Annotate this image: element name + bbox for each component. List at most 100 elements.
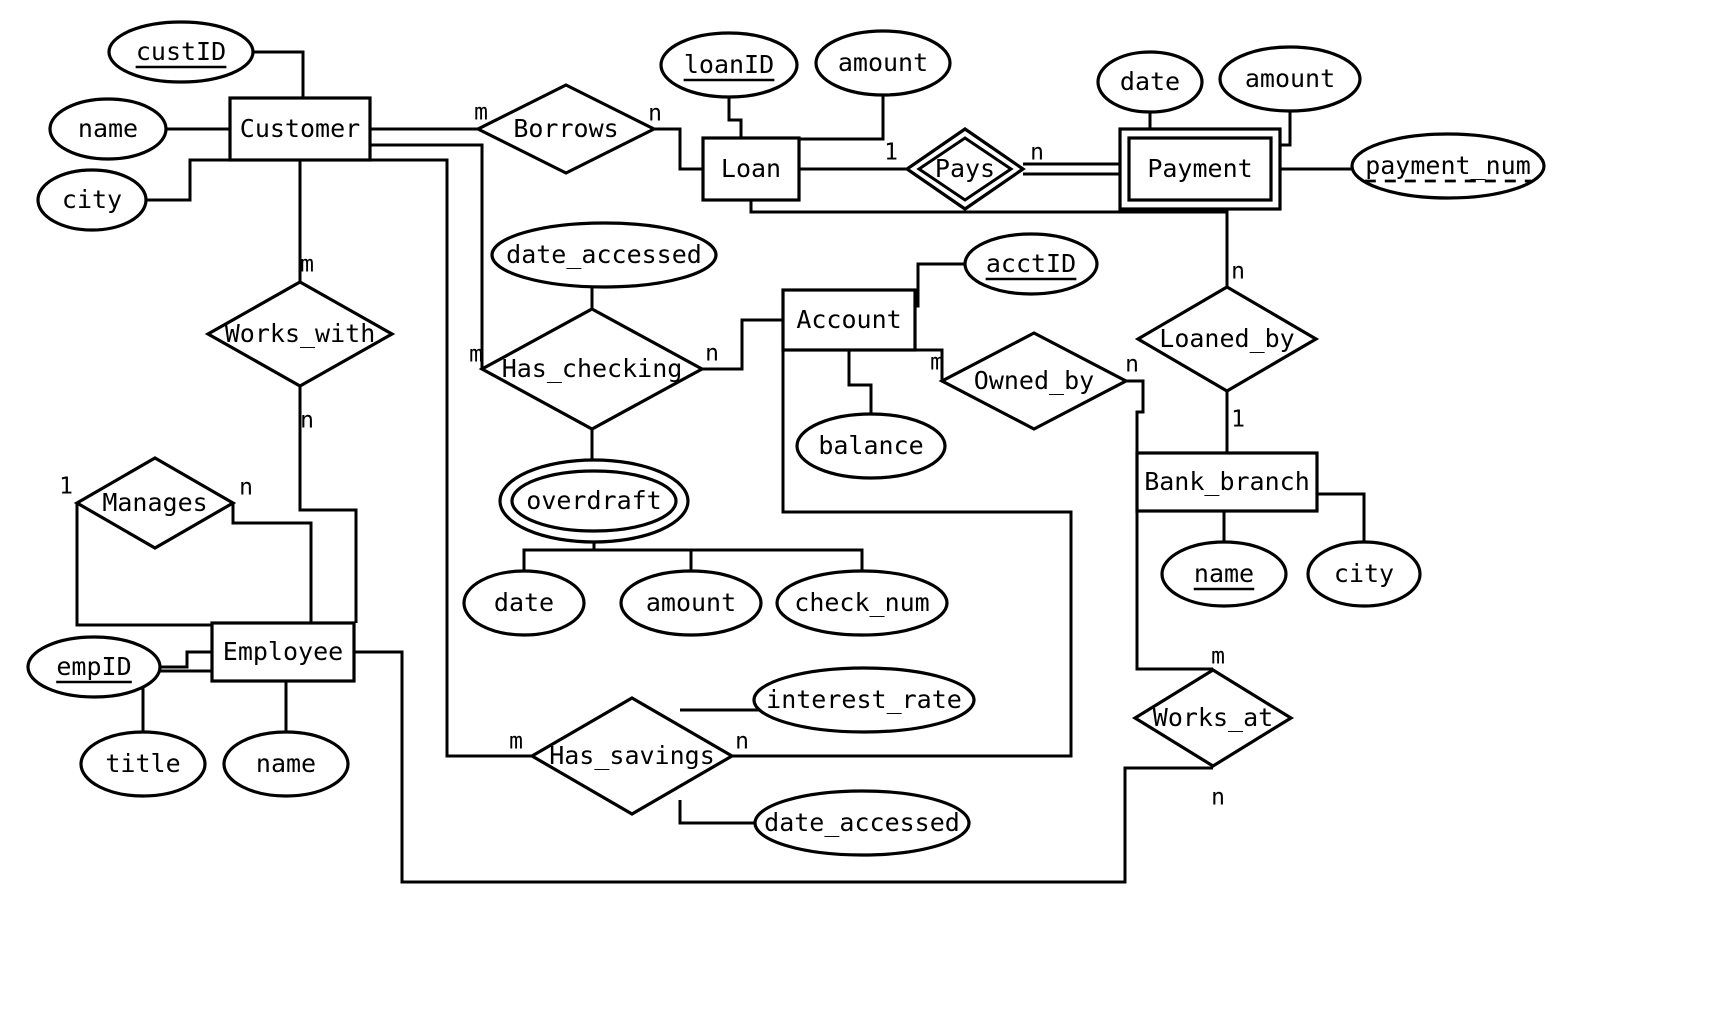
attribute-label: date (1120, 67, 1180, 96)
attribute-od_check_num[interactable]: check_num (775, 569, 949, 637)
attribute-label: date_accessed (764, 808, 960, 837)
relationship-manages[interactable]: Manages (73, 456, 237, 550)
cardinality-label-card-ownedby-m: m (930, 350, 944, 376)
relationship-loaned_by[interactable]: Loaned_by (1134, 285, 1320, 393)
cardinality-label-card-loanedby-n: n (1231, 259, 1245, 285)
attribute-interest_rate[interactable]: interest_rate (752, 666, 976, 734)
relationship-label: Has_savings (549, 741, 715, 770)
attribute-cust_id[interactable]: custID (107, 20, 255, 84)
attribute-label: amount (838, 48, 928, 77)
attribute-branch_city[interactable]: city (1306, 540, 1422, 608)
attribute-loan_amount[interactable]: amount (814, 29, 952, 97)
attribute-label: date (494, 588, 554, 617)
relationship-has_checking[interactable]: Has_checking (478, 307, 706, 431)
relationship-label: Loaned_by (1159, 324, 1294, 353)
attribute-label: empID (56, 652, 131, 681)
attribute-label: custID (136, 37, 226, 66)
connector-line (253, 50, 305, 98)
attribute-cust_city[interactable]: city (36, 168, 148, 232)
entity-label: Loan (721, 154, 781, 183)
attribute-label: check_num (794, 588, 929, 617)
connector-line (727, 97, 743, 138)
attribute-label: title (105, 749, 180, 778)
cardinality-label-card-borrows-n: n (648, 101, 662, 127)
relationship-label: Has_checking (502, 354, 683, 383)
cardinality-label-card-ownedby-n: n (1125, 352, 1139, 378)
relationship-label: Pays (935, 154, 995, 183)
attribute-label: payment_num (1365, 151, 1531, 180)
attribute-label: acctID (986, 249, 1076, 278)
attribute-payment_num[interactable]: payment_num (1350, 132, 1546, 200)
connector-line (799, 95, 885, 141)
attribute-chk_date_acc[interactable]: date_accessed (490, 221, 718, 289)
cardinality-label-card-workswith-n: n (300, 408, 314, 434)
connector-line (146, 158, 230, 202)
cardinality-label-card-hassavings-m: m (509, 729, 523, 755)
cardinality-label-card-loanedby-1: 1 (1231, 407, 1245, 433)
attribute-pay_amount[interactable]: amount (1218, 45, 1362, 113)
attribute-sav_date_acc[interactable]: date_accessed (753, 789, 971, 857)
entity-bank_branch[interactable]: Bank_branch (1135, 451, 1319, 513)
entity-label: Payment (1147, 154, 1252, 183)
connector-line (680, 698, 760, 712)
attribute-pay_date[interactable]: date (1096, 50, 1204, 114)
relationship-works_at[interactable]: Works_at (1131, 668, 1295, 768)
attribute-label: name (256, 749, 316, 778)
attribute-od_amount[interactable]: amount (619, 569, 763, 637)
cardinality-label-card-hassavings-n: n (735, 729, 749, 755)
attribute-acct_id[interactable]: acctID (963, 232, 1099, 296)
relationship-works_with[interactable]: Works_with (204, 280, 396, 388)
attribute-label: name (78, 114, 138, 143)
attribute-label: date_accessed (506, 240, 702, 269)
attribute-cust_name[interactable]: name (48, 97, 168, 161)
relationship-label: Works_at (1153, 703, 1273, 732)
entity-account[interactable]: Account (781, 288, 917, 352)
entity-employee[interactable]: Employee (210, 621, 356, 683)
attribute-label: loanID (684, 50, 774, 79)
attribute-emp_title[interactable]: title (79, 730, 207, 798)
connector-line (915, 262, 965, 308)
attribute-label: city (1334, 559, 1394, 588)
relationship-pays[interactable]: Pays (904, 127, 1026, 211)
attribute-balance[interactable]: balance (795, 412, 947, 480)
attribute-branch_name[interactable]: name (1160, 540, 1288, 608)
attribute-label: amount (1245, 64, 1335, 93)
cardinality-label-card-workswith-m: m (300, 252, 314, 278)
attribute-emp_id[interactable]: empID (26, 635, 162, 699)
cardinality-label-card-pays-1: 1 (884, 140, 898, 166)
connector-line (160, 650, 212, 669)
attribute-od_date[interactable]: date (462, 569, 586, 637)
cardinality-label-card-haschecking-m: m (469, 342, 483, 368)
entity-loan[interactable]: Loan (701, 136, 801, 202)
relationship-label: Works_with (225, 319, 376, 348)
relationship-label: Owned_by (974, 366, 1094, 395)
connector-line (678, 800, 757, 825)
cardinality-label-card-worksat-m: m (1211, 644, 1225, 670)
attribute-overdraft[interactable]: overdraft (498, 458, 690, 544)
entity-label: Bank_branch (1144, 467, 1310, 496)
cardinality-label-card-pays-n: n (1030, 140, 1044, 166)
entity-label: Employee (223, 637, 343, 666)
relationship-owned_by[interactable]: Owned_by (938, 331, 1130, 431)
attribute-label: balance (818, 431, 923, 460)
attribute-emp_name[interactable]: name (222, 730, 350, 798)
entity-customer[interactable]: Customer (228, 96, 372, 162)
er-diagram-svg: Customer Loan Payment Account Bank_branch Emp… (26, 20, 1546, 884)
attribute-label: interest_rate (766, 685, 962, 714)
cardinality-label-card-borrows-m: m (474, 100, 488, 126)
relationship-has_savings[interactable]: Has_savings (528, 696, 736, 816)
relationship-borrows[interactable]: Borrows (474, 83, 658, 175)
cardinality-label-card-worksat-n: n (1211, 785, 1225, 811)
cardinality-label-card-manages-1: 1 (59, 474, 73, 500)
relationship-label: Manages (102, 488, 207, 517)
attribute-loan_id[interactable]: loanID (659, 31, 799, 99)
attribute-label: name (1194, 559, 1254, 588)
entity-label: Customer (240, 114, 360, 143)
connector-line (594, 548, 864, 571)
cardinality-label-card-manages-n: n (239, 475, 253, 501)
cardinality-layer: m n 1 n m n m n m n n 1 1 n m n m n (59, 100, 1245, 811)
entity-payment[interactable]: Payment (1118, 127, 1282, 211)
connector-line (654, 127, 703, 171)
cardinality-label-card-haschecking-n: n (705, 341, 719, 367)
relationship-label: Borrows (513, 114, 618, 143)
